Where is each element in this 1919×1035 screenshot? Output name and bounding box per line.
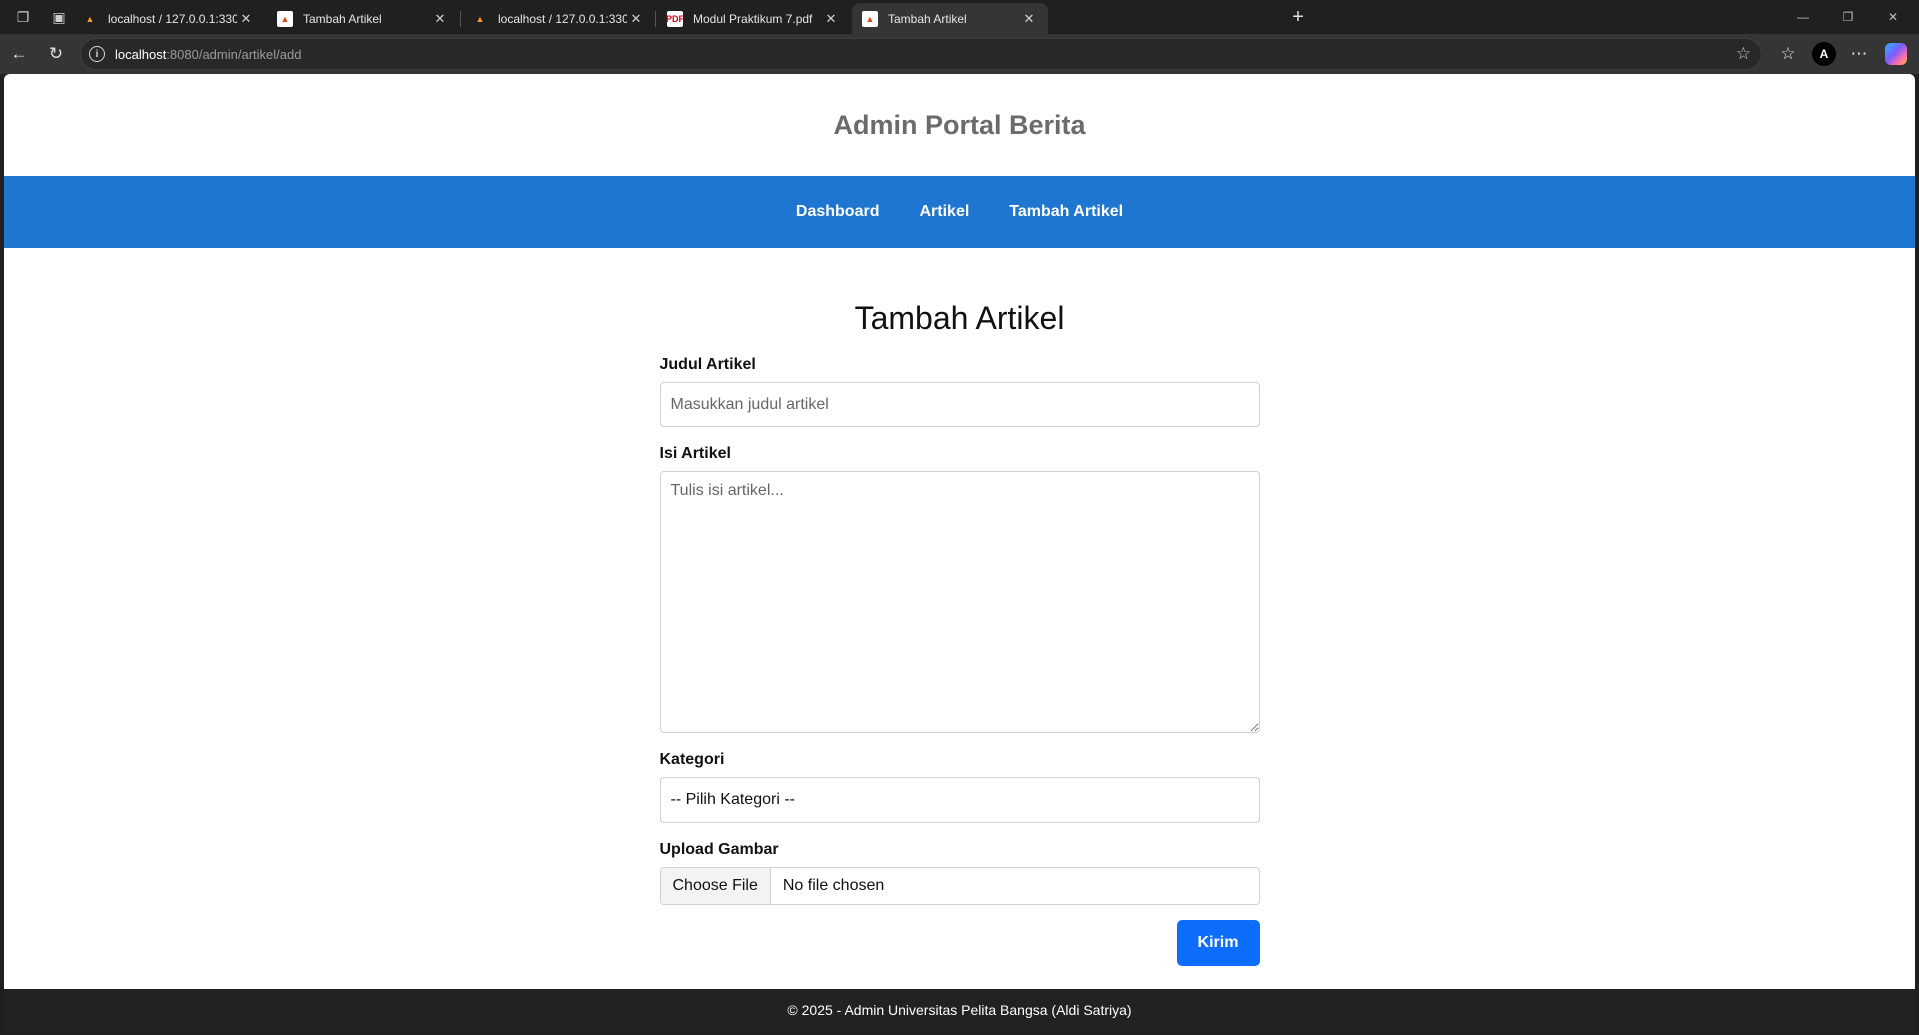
judul-label: Judul Artikel xyxy=(659,356,756,373)
tab-divider xyxy=(460,11,461,27)
kategori-selected-value: -- Pilih Kategori -- xyxy=(670,791,795,808)
site-header: Admin Portal Berita xyxy=(4,74,1915,176)
codeigniter-icon: ▲ xyxy=(277,10,293,27)
phpmyadmin-icon: ▲ xyxy=(475,13,485,24)
close-tab-icon[interactable]: ✕ xyxy=(237,10,255,28)
close-tab-icon[interactable]: ✕ xyxy=(822,10,840,28)
page-viewport: Admin Portal Berita Dashboard Artikel Ta… xyxy=(4,74,1915,1031)
upload-label: Upload Gambar xyxy=(659,841,779,858)
footer-text: © 2025 - Admin Universitas Pelita Bangsa… xyxy=(787,1002,1132,1018)
nav-link-dashboard[interactable]: Dashboard xyxy=(796,203,880,221)
close-tab-icon[interactable]: ✕ xyxy=(431,10,449,28)
browser-toolbar: ← ↻ i localhost:8080/admin/artikel/add ☆… xyxy=(0,34,1919,74)
back-arrow-icon[interactable]: ← xyxy=(8,43,30,65)
window-close-icon[interactable]: ✕ xyxy=(1878,6,1908,28)
workspaces-icon[interactable]: ❐ xyxy=(12,6,34,28)
page-title: Tambah Artikel xyxy=(854,300,1065,336)
add-article-form: Tambah Artikel Judul Artikel Isi Artikel… xyxy=(659,248,1260,989)
restore-icon[interactable]: ❐ xyxy=(1833,6,1863,28)
close-tab-icon[interactable]: ✕ xyxy=(1020,10,1038,28)
browser-tab-3[interactable]: ▲ localhost / 127.0.0.1:3306 / lab_ci ✕ xyxy=(462,3,655,34)
isi-label: Isi Artikel xyxy=(659,445,731,462)
kirim-button[interactable]: Kirim xyxy=(1176,920,1260,966)
account-avatar[interactable]: A xyxy=(1812,42,1836,66)
tab-actions-icon[interactable]: ▣ xyxy=(48,6,70,28)
more-options-icon[interactable]: ⋯ xyxy=(1848,43,1870,65)
browser-tab-1[interactable]: ▲ localhost / 127.0.0.1:3306 / lab_ci ✕ xyxy=(72,3,265,34)
close-tab-icon[interactable]: ✕ xyxy=(627,10,645,28)
site-title: Admin Portal Berita xyxy=(833,109,1086,140)
refresh-icon[interactable]: ↻ xyxy=(45,43,67,65)
copilot-icon[interactable] xyxy=(1885,43,1907,65)
isi-textarea[interactable] xyxy=(659,471,1260,733)
favorite-star-icon[interactable]: ☆ xyxy=(1736,44,1751,64)
phpmyadmin-icon: ▲ xyxy=(85,13,95,24)
tab-divider xyxy=(655,11,656,27)
kategori-label: Kategori xyxy=(659,751,725,768)
tab-title: Tambah Artikel xyxy=(303,11,382,26)
favorites-icon[interactable]: ☆ xyxy=(1777,43,1799,65)
browser-tab-4[interactable]: PDF Modul Praktikum 7.pdf ✕ xyxy=(657,3,850,34)
kategori-select[interactable]: -- Pilih Kategori -- xyxy=(659,777,1260,823)
tab-title: localhost / 127.0.0.1:3306 / lab_ci xyxy=(108,11,237,26)
browser-tab-2[interactable]: ▲ Tambah Artikel ✕ xyxy=(267,3,459,34)
judul-input[interactable] xyxy=(659,382,1260,427)
nav-link-artikel[interactable]: Artikel xyxy=(919,203,969,221)
tab-title: localhost / 127.0.0.1:3306 / lab_ci xyxy=(498,11,627,26)
site-footer: © 2025 - Admin Universitas Pelita Bangsa… xyxy=(4,989,1915,1031)
minimize-icon[interactable]: — xyxy=(1788,6,1818,28)
url-text[interactable]: localhost:8080/admin/artikel/add xyxy=(115,47,301,62)
main-nav: Dashboard Artikel Tambah Artikel xyxy=(4,176,1915,248)
browser-tab-5-active[interactable]: ▲ Tambah Artikel ✕ xyxy=(852,3,1048,34)
file-status-text: No file chosen xyxy=(782,877,885,894)
file-upload-input[interactable]: Choose File No file chosen xyxy=(659,867,1260,905)
site-info-icon[interactable]: i xyxy=(89,46,105,62)
new-tab-icon[interactable]: + xyxy=(1286,5,1310,29)
browser-tab-strip: ❐ ▣ ▲ localhost / 127.0.0.1:3306 / lab_c… xyxy=(0,0,1919,34)
tab-title: Modul Praktikum 7.pdf xyxy=(693,11,813,26)
address-bar[interactable]: i localhost:8080/admin/artikel/add ☆ xyxy=(80,38,1762,70)
tab-title: Tambah Artikel xyxy=(888,11,967,26)
pdf-icon: PDF xyxy=(666,10,684,27)
nav-link-tambah-artikel[interactable]: Tambah Artikel xyxy=(1009,203,1123,221)
choose-file-button[interactable]: Choose File xyxy=(660,868,771,904)
codeigniter-icon: ▲ xyxy=(862,10,878,27)
submit-row: Kirim xyxy=(660,920,1260,966)
